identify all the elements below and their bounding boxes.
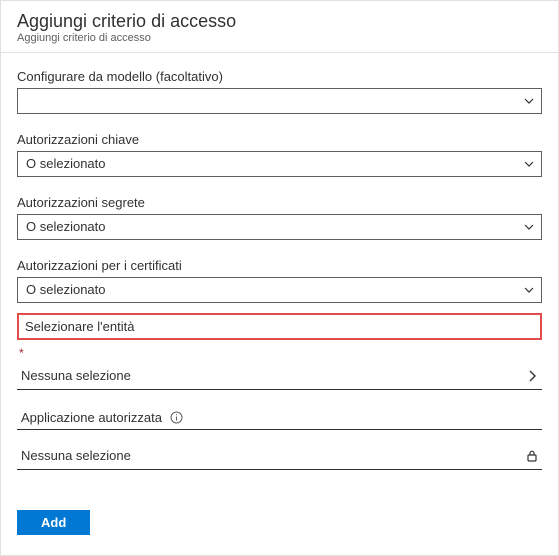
authorized-app-label-row: Applicazione autorizzata bbox=[17, 408, 542, 430]
chevron-down-icon bbox=[523, 284, 535, 296]
select-principal-heading: Selezionare l'entità bbox=[21, 317, 538, 336]
page-title: Aggiungi criterio di accesso bbox=[17, 11, 542, 32]
chevron-down-icon bbox=[523, 221, 535, 233]
chevron-down-icon bbox=[523, 95, 535, 107]
template-label: Configurare da modello (facoltativo) bbox=[17, 69, 542, 84]
cert-permissions-field: Autorizzazioni per i certificati O selez… bbox=[17, 258, 542, 303]
cert-permissions-dropdown[interactable]: O selezionato bbox=[17, 277, 542, 303]
add-button[interactable]: Add bbox=[17, 510, 90, 535]
template-field: Configurare da modello (facoltativo) bbox=[17, 69, 542, 114]
panel-content: Configurare da modello (facoltativo) Aut… bbox=[1, 53, 558, 555]
secret-permissions-value: O selezionato bbox=[26, 219, 106, 234]
principal-value: Nessuna selezione bbox=[21, 368, 131, 383]
authorized-app-value: Nessuna selezione bbox=[21, 448, 131, 463]
secret-permissions-label: Autorizzazioni segrete bbox=[17, 195, 542, 210]
key-permissions-value: O selezionato bbox=[26, 156, 106, 171]
key-permissions-dropdown[interactable]: O selezionato bbox=[17, 151, 542, 177]
select-principal-highlight: Selezionare l'entità bbox=[17, 313, 542, 340]
info-icon[interactable] bbox=[170, 411, 183, 424]
authorized-app-label: Applicazione autorizzata bbox=[21, 410, 162, 425]
secret-permissions-dropdown[interactable]: O selezionato bbox=[17, 214, 542, 240]
chevron-right-icon bbox=[526, 369, 538, 383]
principal-selector[interactable]: Nessuna selezione bbox=[17, 360, 542, 390]
add-access-policy-panel: Aggiungi criterio di accesso Aggiungi cr… bbox=[0, 0, 559, 556]
authorized-app-selector[interactable]: Nessuna selezione bbox=[17, 440, 542, 470]
page-subtitle: Aggiungi criterio di accesso bbox=[17, 32, 542, 44]
secret-permissions-field: Autorizzazioni segrete O selezionato bbox=[17, 195, 542, 240]
chevron-down-icon bbox=[523, 158, 535, 170]
key-permissions-label: Autorizzazioni chiave bbox=[17, 132, 542, 147]
key-permissions-field: Autorizzazioni chiave O selezionato bbox=[17, 132, 542, 177]
cert-permissions-label: Autorizzazioni per i certificati bbox=[17, 258, 542, 273]
cert-permissions-value: O selezionato bbox=[26, 282, 106, 297]
template-dropdown[interactable] bbox=[17, 88, 542, 114]
required-indicator: * bbox=[17, 342, 542, 360]
lock-icon bbox=[526, 449, 538, 463]
panel-header: Aggiungi criterio di accesso Aggiungi cr… bbox=[1, 1, 558, 53]
